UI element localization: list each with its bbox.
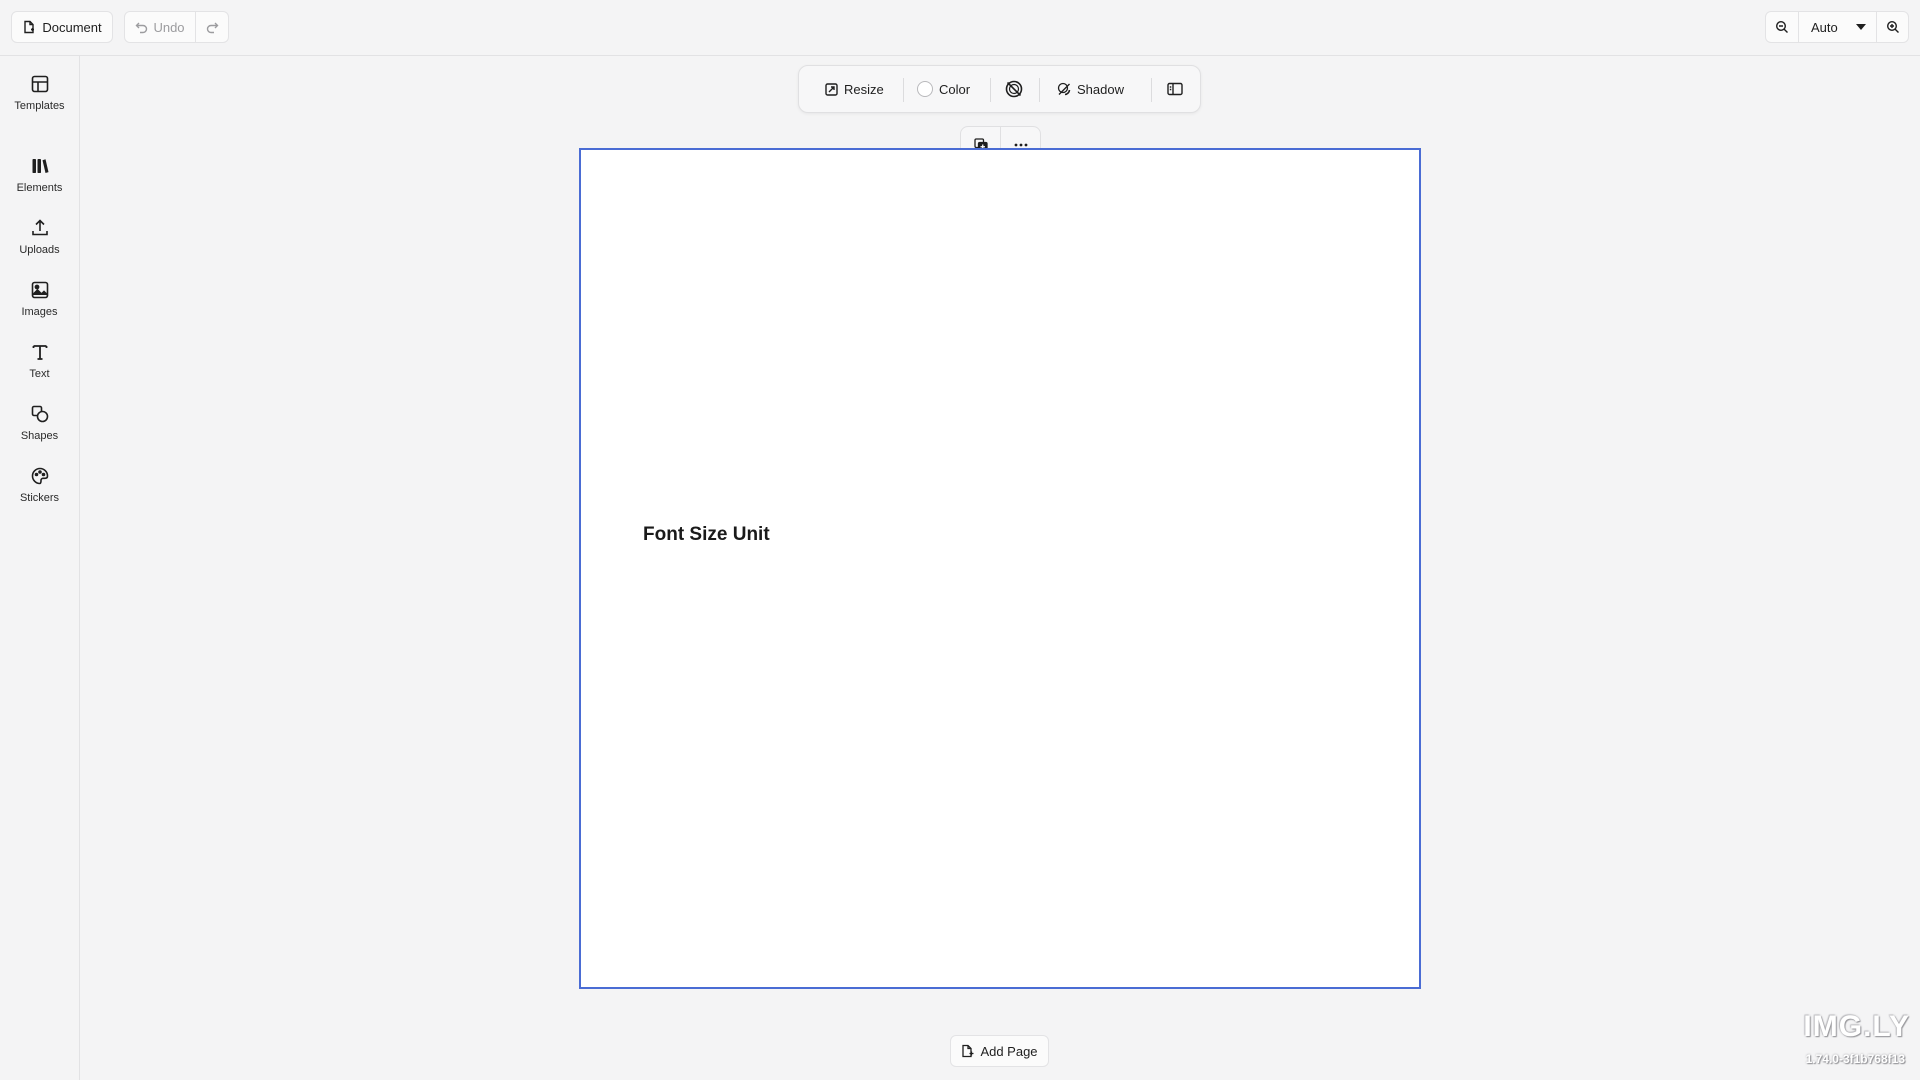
undo-button[interactable]: Undo	[125, 12, 196, 42]
color-label: Color	[939, 81, 971, 97]
sidebar-item-templates[interactable]: Templates	[0, 72, 79, 124]
sidebar-item-label: Images	[21, 306, 58, 318]
canvas-toolbar: Resize Color Shadow	[798, 65, 1201, 113]
zoom-in-button[interactable]	[1877, 12, 1908, 42]
add-page-label: Add Page	[980, 1043, 1038, 1059]
undo-icon	[135, 21, 148, 34]
sidebar-item-label: Shapes	[20, 430, 59, 442]
elements-icon	[30, 154, 50, 178]
sidebar-item-elements[interactable]: Elements	[0, 154, 79, 206]
ellipsis-icon	[1014, 143, 1028, 147]
redo-button[interactable]	[196, 12, 228, 42]
add-page-button[interactable]: Add Page	[950, 1035, 1049, 1067]
document-label: Document	[42, 19, 102, 35]
top-bar: Document Undo Auto	[0, 0, 1920, 56]
zoom-controls: Auto	[1765, 11, 1909, 43]
zoom-value: Auto	[1811, 19, 1838, 35]
upload-icon	[30, 216, 50, 240]
text-icon	[30, 340, 50, 364]
resize-button[interactable]: Resize	[825, 66, 884, 112]
stroke-off-button[interactable]	[1004, 66, 1024, 112]
sidebar-item-label: Templates	[14, 100, 65, 112]
history-controls: Undo	[124, 11, 229, 43]
sidebar-item-stickers[interactable]: Stickers	[0, 464, 79, 516]
panel-icon	[1167, 82, 1183, 96]
design-page[interactable]: Font Size Unit	[579, 148, 1421, 989]
sidebar-item-label: Elements	[16, 182, 63, 194]
sticker-icon	[30, 464, 50, 488]
sidebar-item-shapes[interactable]: Shapes	[0, 402, 79, 454]
caret-down-icon	[1856, 24, 1866, 30]
sidebar-item-label: Text	[29, 368, 50, 380]
templates-icon	[30, 72, 50, 96]
sidebar-item-text[interactable]: Text	[0, 340, 79, 392]
zoom-select[interactable]: Auto	[1799, 12, 1877, 42]
toolbar-divider	[990, 78, 991, 102]
color-swatch	[917, 81, 933, 97]
zoom-out-button[interactable]	[1766, 12, 1799, 42]
toolbar-divider	[1151, 78, 1152, 102]
shapes-icon	[30, 402, 50, 426]
toolbar-divider	[903, 78, 904, 102]
zoom-out-icon	[1775, 20, 1789, 34]
document-icon	[22, 20, 36, 34]
undo-label: Undo	[153, 19, 185, 35]
no-stroke-icon	[1004, 79, 1024, 99]
document-button[interactable]: Document	[11, 11, 113, 43]
sidebar-item-label: Uploads	[19, 244, 60, 256]
inspector-toggle-button[interactable]	[1167, 66, 1183, 112]
shadow-label: Shadow	[1077, 81, 1124, 97]
brand-logo: IMG.LY	[1803, 1010, 1910, 1043]
sidebar: Templates Elements Uploads Images Text S…	[0, 56, 80, 1080]
resize-icon	[825, 82, 838, 96]
shadow-button[interactable]: Shadow	[1057, 66, 1124, 112]
resize-label: Resize	[844, 81, 884, 97]
redo-icon	[206, 21, 219, 34]
sidebar-item-label: Stickers	[19, 492, 60, 504]
version-label: 1.74.0-3f1b768f13	[1805, 1052, 1905, 1066]
image-icon	[30, 278, 50, 302]
color-button[interactable]: Color	[917, 66, 970, 112]
sidebar-item-uploads[interactable]: Uploads	[0, 216, 79, 268]
shadow-icon	[1057, 82, 1071, 96]
add-page-icon	[961, 1044, 974, 1058]
toolbar-divider	[1039, 78, 1040, 102]
zoom-in-icon	[1886, 20, 1900, 34]
text-block[interactable]: Font Size Unit	[643, 524, 770, 546]
sidebar-item-images[interactable]: Images	[0, 278, 79, 330]
